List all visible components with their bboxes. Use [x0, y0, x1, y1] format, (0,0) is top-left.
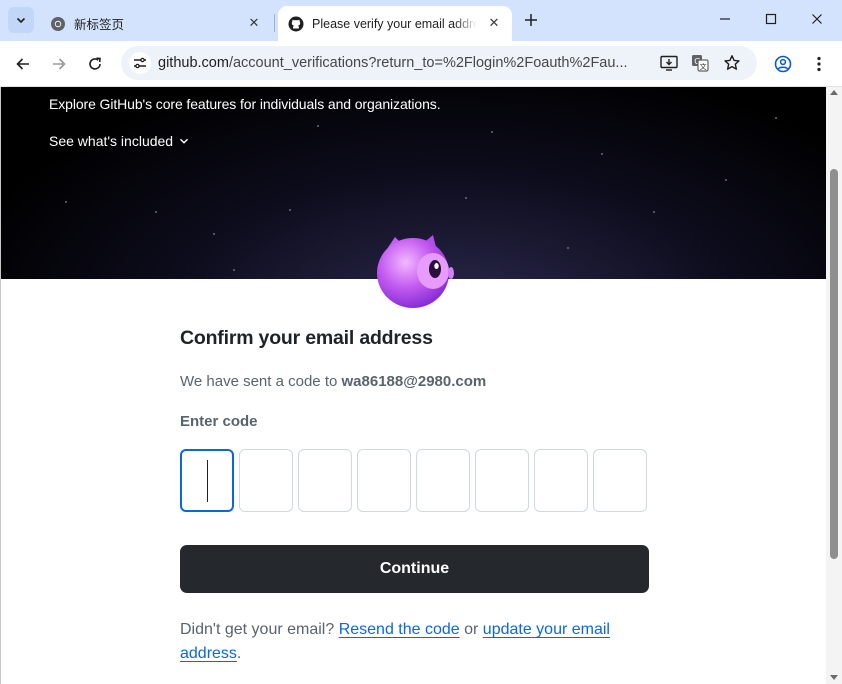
install-icon [660, 55, 678, 71]
code-digit-input[interactable] [357, 449, 411, 512]
tab-search-button[interactable] [8, 7, 34, 33]
page-scrollbar[interactable] [826, 87, 842, 684]
hero-tagline: Explore GitHub's core features for indiv… [49, 96, 441, 112]
star-dot [155, 211, 157, 213]
more-vert-icon [817, 56, 821, 72]
scroll-up-arrow-icon[interactable] [830, 90, 838, 95]
translate-button[interactable]: G文 [690, 53, 710, 73]
arrow-right-icon [53, 58, 66, 70]
plus-icon [525, 14, 537, 26]
code-digit-input[interactable] [298, 449, 352, 512]
back-button[interactable] [9, 50, 37, 78]
help-or: or [459, 621, 483, 638]
close-window-button[interactable] [794, 0, 840, 38]
chrome-icon [51, 16, 65, 31]
bookmark-button[interactable] [722, 53, 742, 73]
github-icon [288, 16, 304, 31]
site-info-button[interactable] [129, 52, 151, 74]
continue-button[interactable]: Continue [180, 545, 649, 593]
tab-divider [274, 14, 275, 32]
star-dot [465, 197, 467, 199]
tab-new-tab[interactable]: 新标签页 ✕ [40, 6, 272, 41]
code-sent-text: We have sent a code to wa86188@2980.com [180, 373, 486, 390]
star-dot [653, 211, 655, 213]
new-tab-button[interactable] [520, 9, 542, 31]
menu-button[interactable] [805, 50, 833, 78]
code-sent-prefix: We have sent a code to [180, 373, 342, 390]
tab-verify-email[interactable]: Please verify your email address ✕ [278, 6, 512, 41]
url-text[interactable]: github.com/account_verifications?return_… [158, 55, 653, 71]
forward-button[interactable] [45, 50, 73, 78]
reload-icon [89, 57, 101, 70]
star-dot [213, 233, 215, 235]
install-app-button[interactable] [659, 53, 679, 73]
url-host: github.com [158, 55, 229, 71]
code-digit-input[interactable] [239, 449, 293, 512]
enter-code-label: Enter code [180, 413, 258, 430]
page-viewport: Explore GitHub's core features for indiv… [0, 87, 826, 684]
tab-title: Please verify your email address [312, 16, 477, 31]
star-dot [65, 201, 67, 203]
code-digit-input[interactable] [534, 449, 588, 512]
close-icon[interactable]: ✕ [486, 15, 502, 31]
star-icon [724, 55, 740, 70]
profile-button[interactable] [769, 50, 797, 78]
star-dot [775, 117, 777, 119]
page-title: Confirm your email address [180, 327, 433, 349]
svg-text:文: 文 [700, 62, 707, 71]
minimize-icon [720, 18, 730, 20]
address-bar[interactable]: github.com/account_verifications?return_… [121, 46, 757, 80]
email-address: wa86188@2980.com [341, 373, 487, 390]
star-dot [601, 153, 603, 155]
help-suffix: . [236, 645, 242, 662]
see-whats-included-label: See what's included [49, 133, 174, 149]
close-icon [812, 14, 822, 24]
star-dot [317, 125, 319, 127]
reload-button[interactable] [81, 50, 109, 78]
resend-code-link[interactable]: Resend the code [339, 621, 460, 638]
code-input-group [180, 449, 647, 512]
code-digit-input[interactable] [593, 449, 647, 512]
star-dot [567, 247, 569, 249]
arrow-left-icon [16, 58, 29, 70]
star-dot [289, 209, 291, 211]
account-icon [774, 55, 792, 73]
see-whats-included-link[interactable]: See what's included [49, 133, 189, 149]
mascot-illustration [377, 235, 454, 308]
browser-toolbar: github.com/account_verifications?return_… [0, 41, 842, 87]
tab-title: 新标签页 [74, 18, 125, 32]
star-dot [491, 131, 493, 133]
chevron-down-icon [16, 17, 26, 24]
chevron-down-icon [180, 138, 189, 144]
code-digit-input[interactable] [475, 449, 529, 512]
scrollbar-thumb[interactable] [830, 169, 838, 559]
text-caret [207, 460, 208, 502]
resend-help-text: Didn't get your email? Resend the code o… [180, 618, 650, 666]
tab-strip: 新标签页 ✕ Please verify your email address … [0, 0, 842, 41]
tune-icon [134, 57, 146, 69]
code-digit-input[interactable] [416, 449, 470, 512]
maximize-icon [765, 13, 777, 25]
translate-icon: G文 [692, 55, 709, 72]
code-digit-input[interactable] [180, 449, 234, 512]
verify-form: Confirm your email address We have sent … [180, 327, 650, 662]
star-dot [233, 269, 235, 271]
scroll-down-arrow-icon[interactable] [830, 675, 838, 680]
url-path: /account_verifications?return_to=%2Flogi… [228, 55, 628, 71]
close-icon[interactable]: ✕ [246, 15, 262, 31]
maximize-button[interactable] [748, 0, 794, 38]
help-prefix: Didn't get your email? [180, 621, 339, 638]
minimize-button[interactable] [702, 0, 748, 38]
star-dot [725, 179, 727, 181]
